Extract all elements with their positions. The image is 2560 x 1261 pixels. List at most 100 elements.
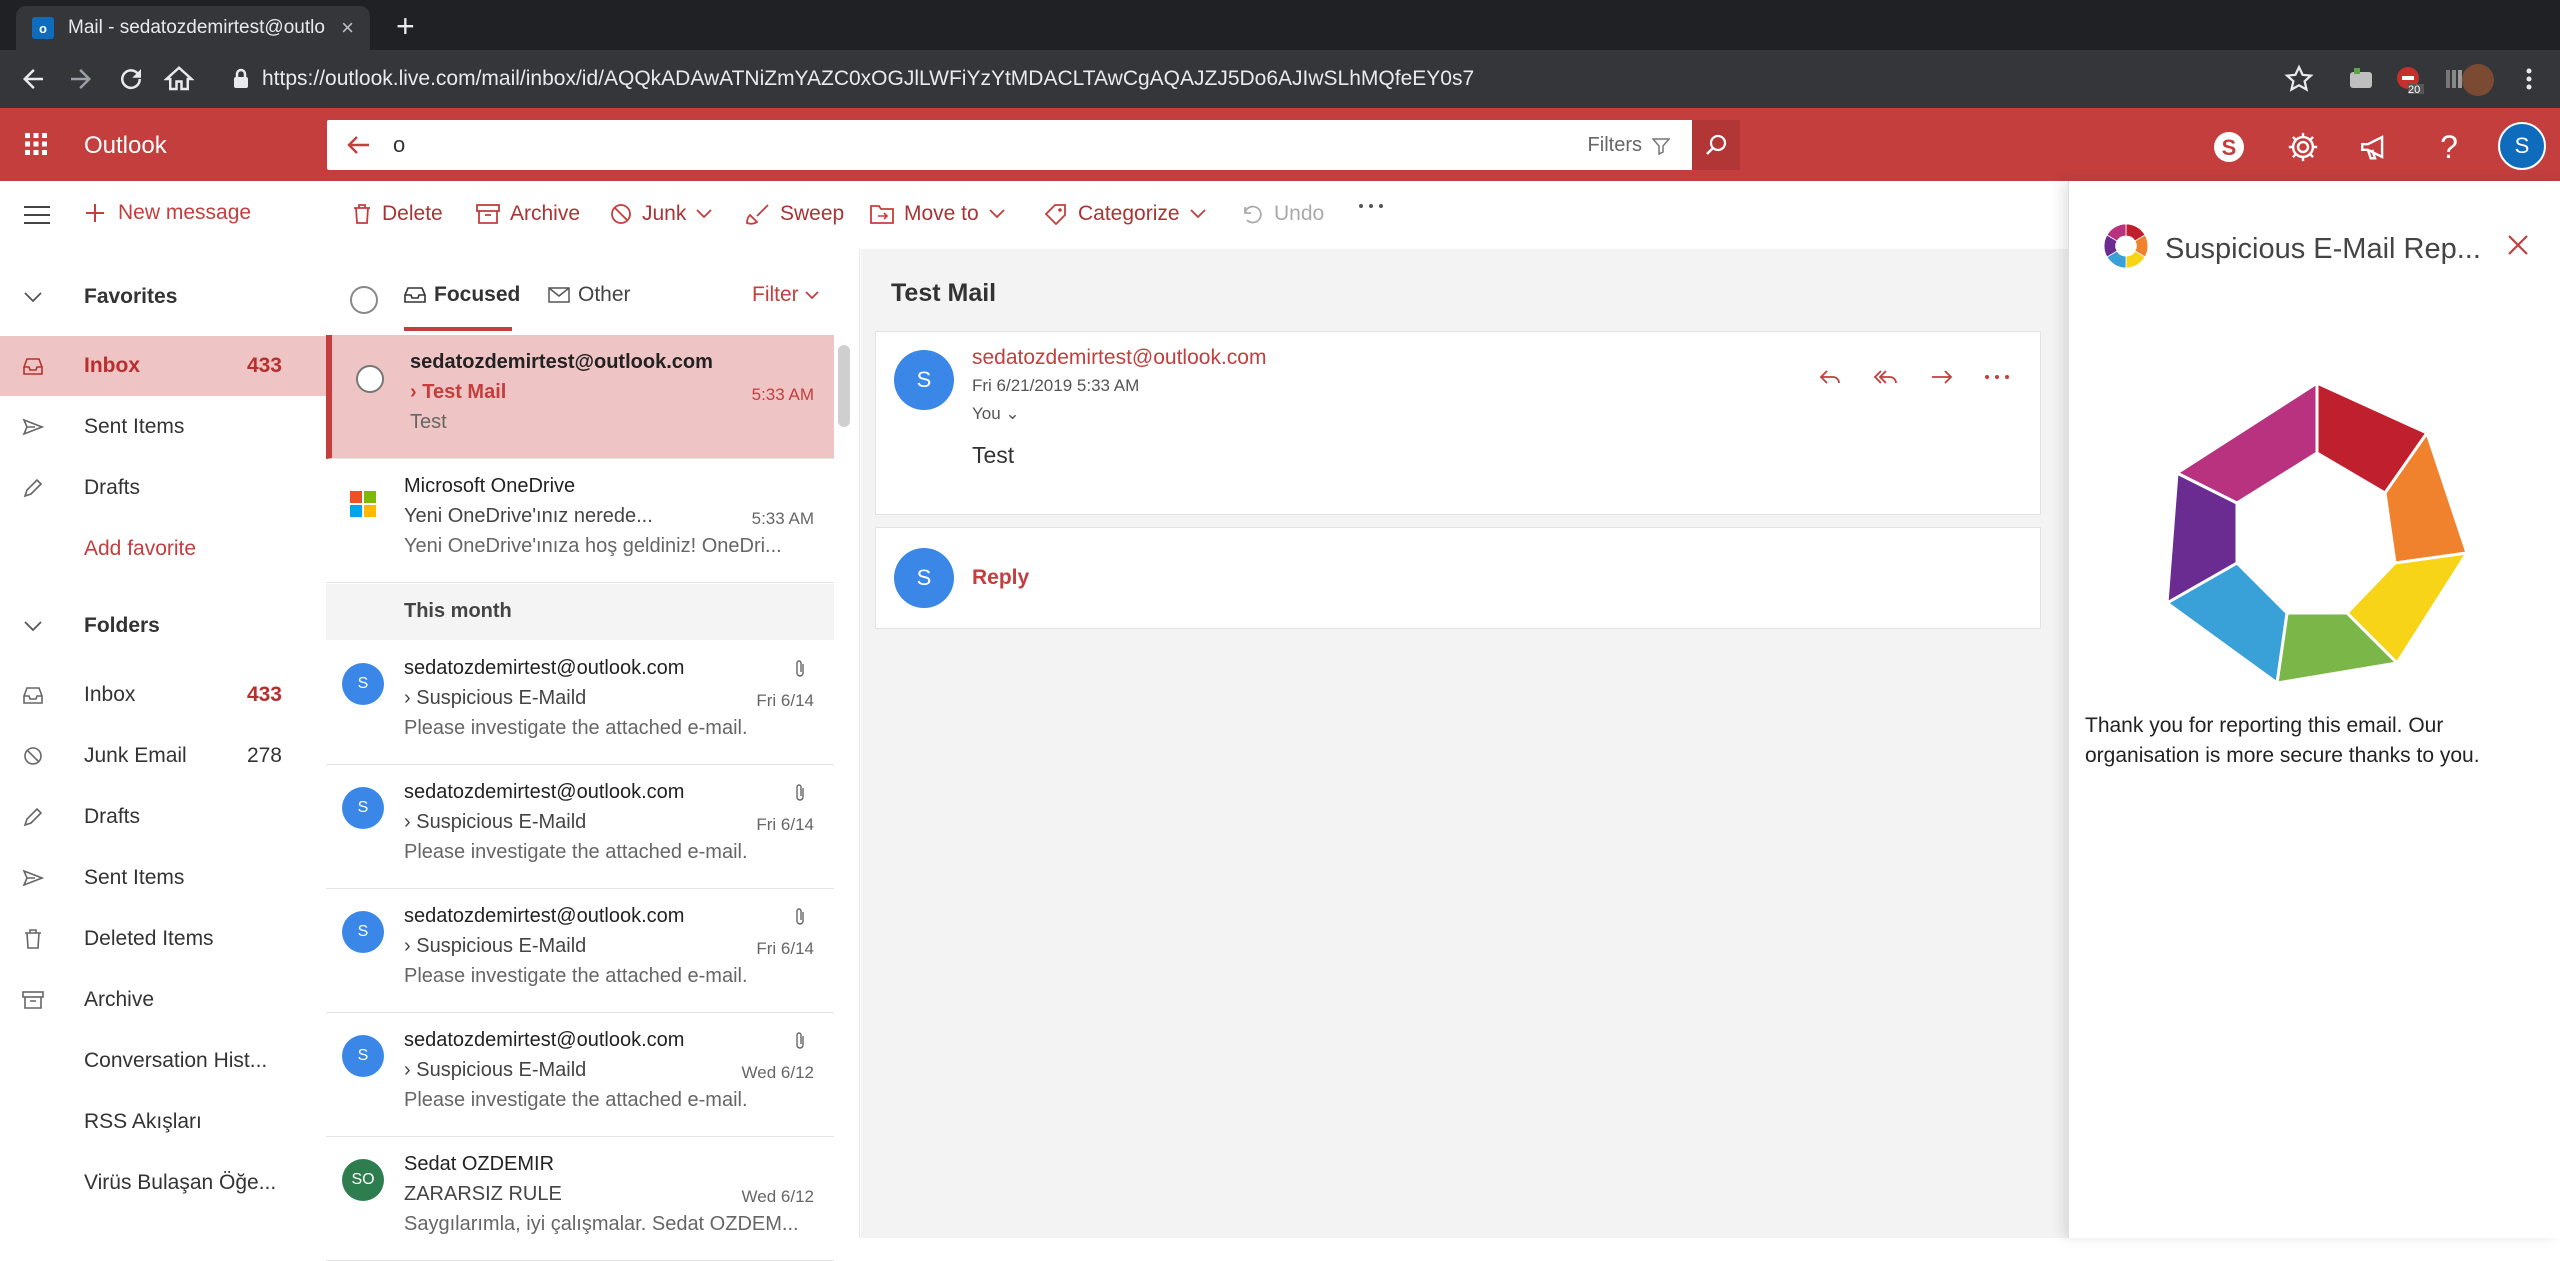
search-back-arrow-icon[interactable]	[345, 134, 371, 156]
message-subject-text: Suspicious E-Maild	[416, 811, 587, 833]
nav-label: Drafts	[84, 805, 141, 828]
message-preview: Test	[410, 411, 447, 433]
message-item[interactable]: S sedatozdemirtest@outlook.com › Suspici…	[326, 641, 834, 765]
categorize-button[interactable]: Categorize	[1044, 202, 1206, 226]
select-all-checkbox[interactable]	[350, 286, 378, 314]
message-subject-text: Suspicious E-Maild	[416, 1059, 587, 1081]
extension-badge: 20	[2408, 84, 2421, 96]
archive-button[interactable]: Archive	[476, 202, 580, 226]
add-favorite-label: Add favorite	[84, 537, 197, 560]
profile-avatar-icon[interactable]	[2462, 64, 2494, 96]
archive-label: Archive	[510, 202, 581, 225]
more-actions-icon[interactable]	[1984, 366, 2010, 388]
tab-other[interactable]: Other	[548, 283, 631, 307]
nav-fav-sent-items[interactable]: Sent Items	[0, 397, 326, 457]
add-favorite-link[interactable]: Add favorite	[0, 519, 326, 579]
account-avatar[interactable]: S	[2498, 122, 2546, 170]
forward-icon[interactable]	[1930, 366, 1954, 388]
new-message-button[interactable]: New message	[84, 201, 251, 225]
phishing-report-art	[2157, 373, 2477, 693]
reply-all-icon[interactable]	[1872, 366, 1900, 388]
nav-folder-deleted-items[interactable]: Deleted Items	[0, 909, 326, 969]
outlook-brand[interactable]: Outlook	[84, 132, 167, 160]
reply-icon[interactable]	[1818, 366, 1842, 388]
message-subject-title: Test Mail	[891, 279, 997, 307]
message-item[interactable]: S sedatozdemirtest@outlook.com › Suspici…	[326, 889, 834, 1013]
message-list-header: Focused Other Filter	[326, 249, 860, 335]
skype-icon[interactable]: S	[2212, 130, 2246, 164]
move-to-button[interactable]: Move to	[870, 202, 1005, 226]
help-question-icon[interactable]: ?	[2432, 130, 2466, 164]
extension-icon[interactable]	[2346, 64, 2376, 94]
nav-label: Drafts	[84, 476, 141, 499]
attachment-icon	[796, 660, 804, 677]
message-item[interactable]: S sedatozdemirtest@outlook.com › Suspici…	[326, 1013, 834, 1137]
nav-folder-inbox[interactable]: Inbox 433	[0, 665, 326, 725]
message-to[interactable]: You ⌄	[972, 404, 1020, 424]
nav-folder-sent-items[interactable]: Sent Items	[0, 848, 326, 908]
new-tab-button[interactable]: +	[396, 8, 415, 44]
message-sender: sedatozdemirtest@outlook.com	[404, 1029, 685, 1051]
nav-fav-drafts[interactable]: Drafts	[0, 458, 326, 518]
search-filters-button[interactable]: Filters	[1588, 134, 1670, 157]
app-launcher-icon[interactable]	[24, 132, 48, 156]
nav-folder-junk-email[interactable]: Junk Email 278	[0, 726, 326, 786]
message-subject: ZARARSIZ RULE	[404, 1183, 562, 1205]
chevron-down-icon	[805, 290, 819, 299]
reply-card[interactable]: S Reply	[875, 527, 2041, 629]
message-item[interactable]: S sedatozdemirtest@outlook.com › Suspici…	[326, 765, 834, 889]
reply-button[interactable]: Reply	[972, 566, 1029, 590]
nav-folder-virus-items[interactable]: Virüs Bulaşan Öğe...	[0, 1153, 326, 1213]
block-icon	[611, 204, 631, 224]
settings-gear-icon[interactable]	[2286, 130, 2320, 164]
chevron-down-icon	[696, 209, 712, 219]
nav-folder-archive[interactable]: Archive	[0, 970, 326, 1030]
search-box[interactable]: o Filters	[327, 120, 1740, 170]
move-folder-icon	[870, 205, 894, 224]
message-sender: sedatozdemirtest@outlook.com	[410, 351, 713, 373]
archive-icon	[22, 991, 44, 1009]
nav-label: Junk Email	[84, 744, 187, 767]
nav-folder-conversation-history[interactable]: Conversation Hist...	[0, 1031, 326, 1091]
sender-avatar[interactable]: S	[894, 350, 954, 410]
home-icon[interactable]	[164, 64, 194, 94]
address-bar[interactable]: https://outlook.live.com/mail/inbox/id/A…	[220, 58, 2300, 100]
junk-label: Junk	[642, 202, 687, 225]
nav-folder-drafts[interactable]: Drafts	[0, 787, 326, 847]
favorites-header[interactable]: Favorites	[0, 267, 326, 327]
more-actions-icon[interactable]	[1358, 202, 1384, 210]
tab-focused[interactable]: Focused	[404, 283, 520, 307]
menu-kebab-icon[interactable]	[2514, 64, 2544, 94]
folders-header[interactable]: Folders	[0, 596, 326, 656]
nav-fav-inbox[interactable]: Inbox 433	[0, 336, 326, 396]
microsoft-logo-icon	[350, 491, 376, 517]
delete-button[interactable]: Delete	[352, 202, 443, 226]
megaphone-feedback-icon[interactable]	[2358, 130, 2392, 164]
reload-icon[interactable]	[116, 64, 146, 94]
message-from[interactable]: sedatozdemirtest@outlook.com	[972, 346, 1266, 370]
search-submit-button[interactable]	[1692, 120, 1740, 170]
search-input[interactable]: o	[393, 132, 405, 158]
message-item-selected[interactable]: sedatozdemirtest@outlook.com › Test Mail…	[326, 335, 834, 459]
nav-folder-rss[interactable]: RSS Akışları	[0, 1092, 326, 1152]
send-icon	[22, 418, 44, 436]
favorites-label: Favorites	[84, 285, 178, 308]
tab-close-icon[interactable]: ×	[341, 15, 354, 41]
bookmark-star-icon[interactable]	[2284, 64, 2314, 94]
new-message-label: New message	[118, 201, 252, 224]
message-select-radio[interactable]	[356, 365, 384, 393]
message-item[interactable]: Microsoft OneDrive Yeni OneDrive'ınız ne…	[326, 459, 834, 583]
undo-button[interactable]: Undo	[1242, 202, 1324, 226]
filter-button[interactable]: Filter	[752, 283, 819, 307]
close-icon[interactable]	[2506, 233, 2530, 257]
junk-button[interactable]: Junk	[610, 202, 712, 226]
back-arrow-icon[interactable]	[18, 64, 48, 94]
hamburger-menu-icon[interactable]	[24, 205, 50, 225]
sweep-button[interactable]: Sweep	[746, 202, 844, 226]
message-item[interactable]: SO Sedat OZDEMIR ZARARSIZ RULE Wed 6/12 …	[326, 1137, 834, 1261]
message-card: S sedatozdemirtest@outlook.com Fri 6/21/…	[875, 331, 2041, 515]
chevron-down-icon	[1189, 209, 1206, 219]
message-list-scrollbar[interactable]	[838, 345, 850, 427]
forward-arrow-icon[interactable]	[66, 64, 96, 94]
browser-tab[interactable]: o Mail - sedatozdemirtest@outlo ×	[16, 6, 370, 50]
